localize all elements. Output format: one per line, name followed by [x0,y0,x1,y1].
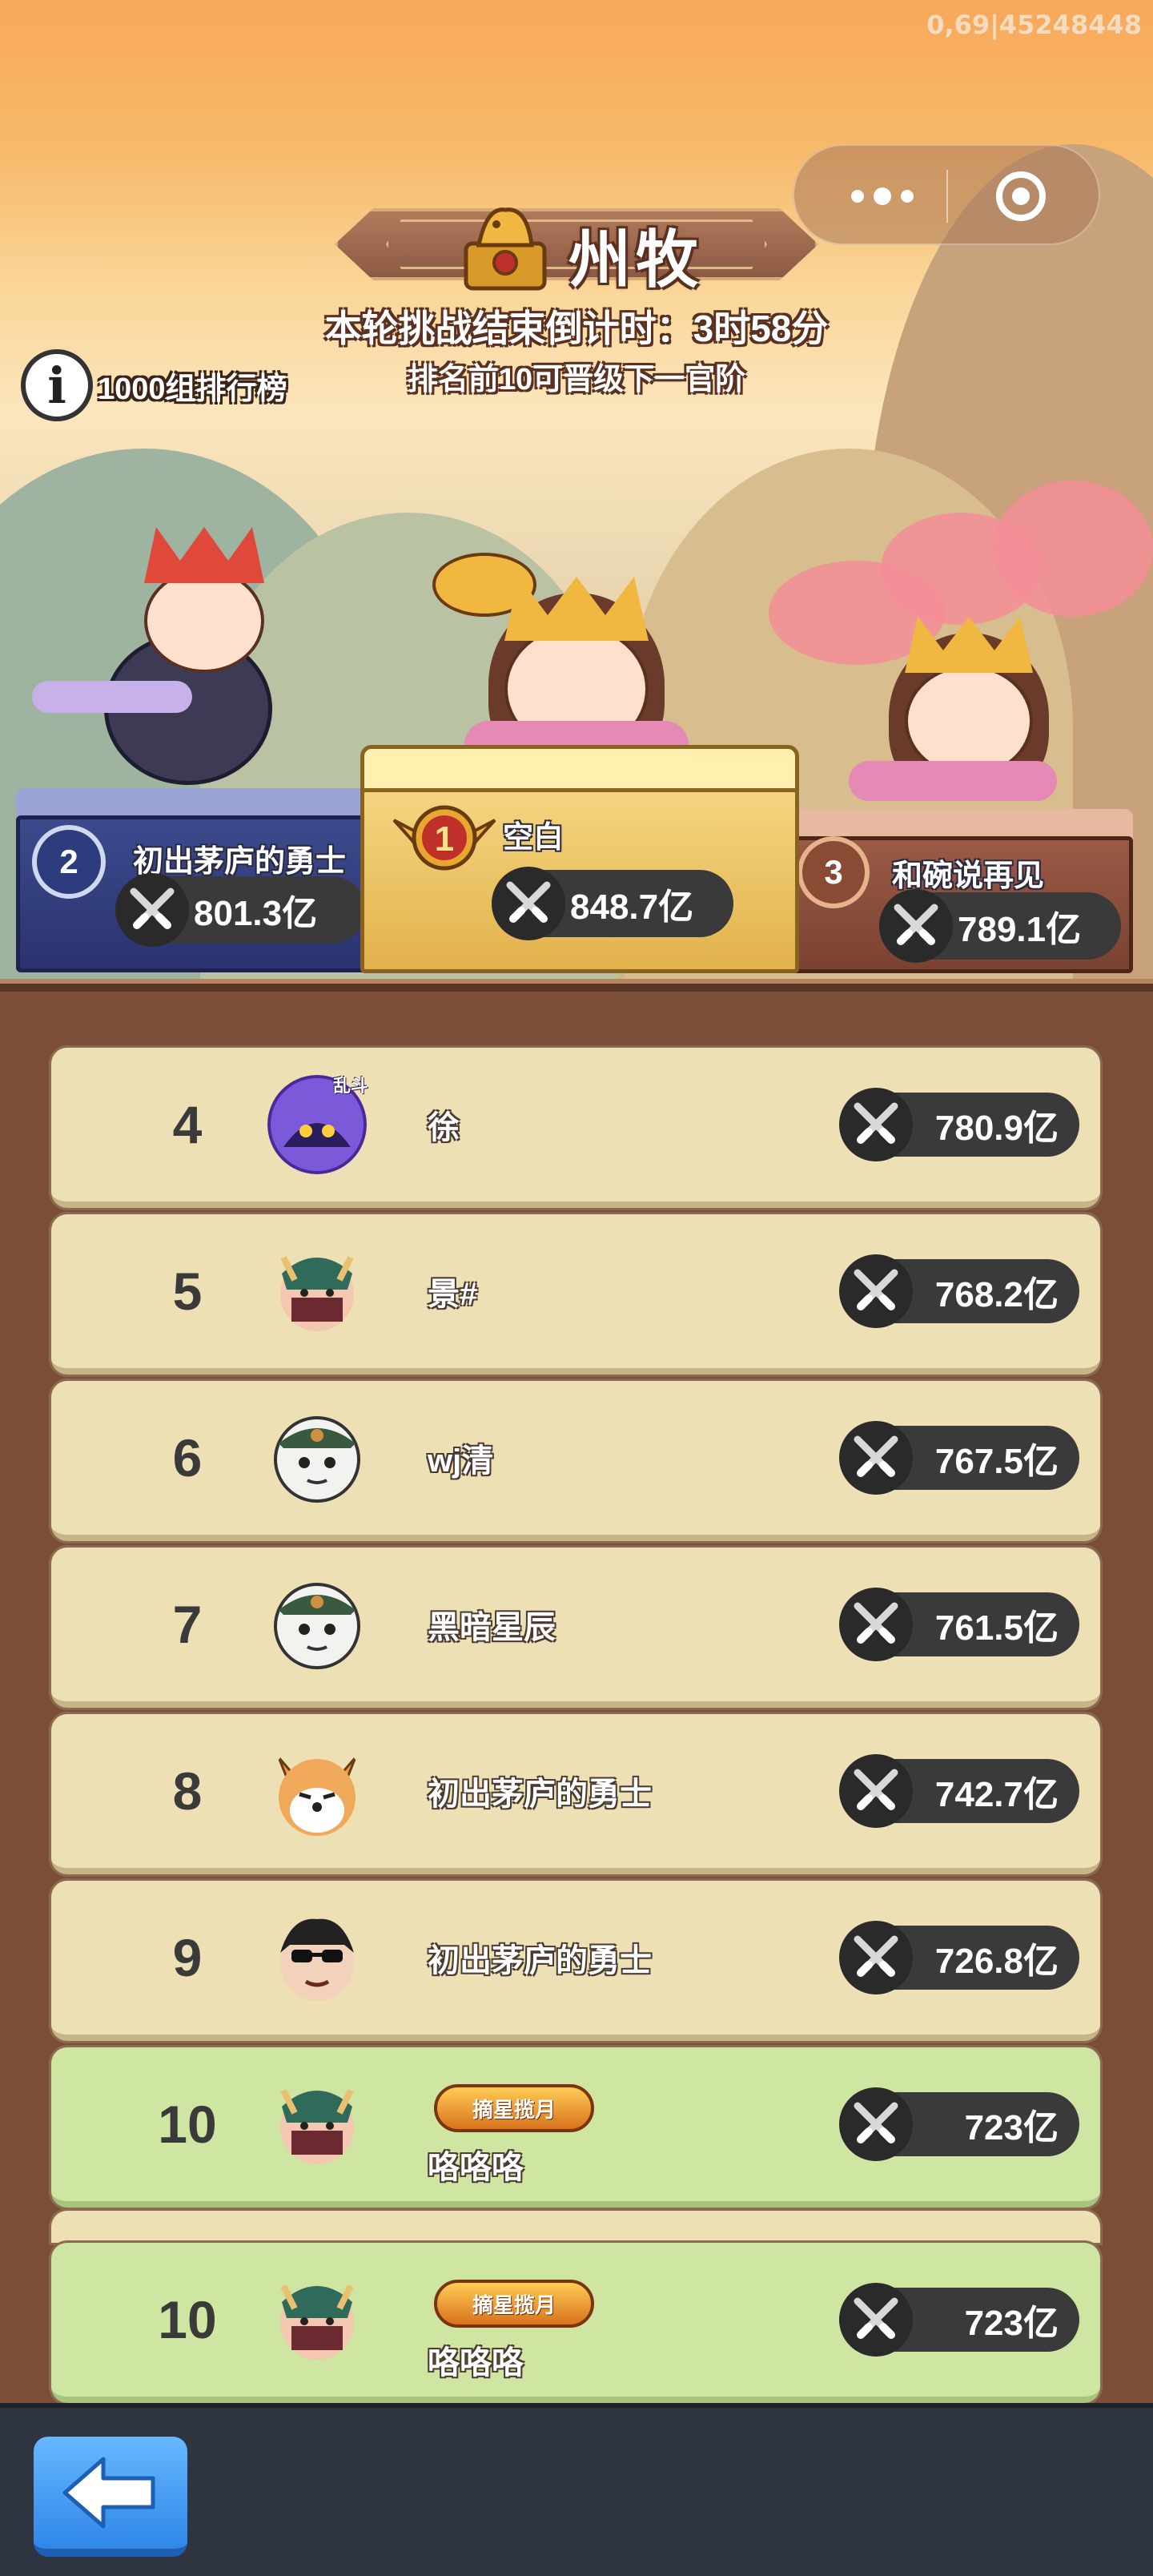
bottom-bar [0,2403,1153,2576]
rank-number: 6 [172,1428,203,1487]
second-place-power: 801.3亿 [115,873,365,947]
rank-badge-first: 1 [392,796,496,876]
rank-badge-second: 2 [32,825,106,899]
self-rank-number: 10 [158,2290,217,2349]
leaderboard-row[interactable]: 6 wj清 767.5亿 [51,1381,1100,1541]
arena-background: 0,69|45248448 州牧 本轮挑战结束倒计时：3时58分 排名前10可晋… [0,0,1153,985]
avatar-tag: 乱斗 [333,1076,369,1096]
third-place-name: 和碗说再见 [892,859,1045,893]
rank-number: 9 [172,1928,203,1987]
white-hooded-avatar[interactable] [267,1408,367,1507]
ranking-group-label: 1000组排行榜 [98,372,287,406]
horned-warrior-avatar[interactable] [267,2270,367,2369]
second-place-name: 初出茅庐的勇士 [133,845,347,879]
power-pill: 726.8亿 [839,1921,1079,1994]
rank-number: 7 [172,1595,203,1654]
self-power-value: 723亿 [964,2304,1059,2343]
power-pill: 723亿 [839,2087,1079,2161]
back-arrow-icon [62,2457,155,2529]
more-dots-icon[interactable] [826,170,938,223]
self-rank-row[interactable]: 10 摘星揽月 咯咯咯 723亿 [51,2243,1100,2403]
power-pill: 768.2亿 [839,1254,1079,1328]
imperial-seal-icon [464,207,547,291]
third-place-hero[interactable] [833,601,1105,833]
title-badge: 摘星揽月 [434,2084,594,2132]
player-name: 咯咯咯 [428,2150,524,2185]
title-plaque: 州牧 [335,191,818,298]
player-name: 黑暗星辰 [428,1610,556,1645]
second-place-hero[interactable] [32,513,336,785]
power-pill: 761.5亿 [839,1588,1079,1661]
rank-number: 8 [172,1761,203,1821]
white-hooded-avatar[interactable] [267,1575,367,1674]
power-value: 723亿 [964,2108,1059,2147]
rank-badge-third: 3 [797,836,870,908]
horned-warrior-avatar[interactable] [267,2075,367,2174]
player-name: wj清 [428,1443,494,1479]
sword-power-icon [839,2283,913,2357]
power-pill: 767.5亿 [839,1421,1079,1495]
leaderboard-row[interactable]: 7 黑暗星辰 761.5亿 [51,1548,1100,1708]
first-place-name: 空白 [503,821,564,855]
podium-second[interactable]: 2 初出茅庐的勇士 801.3亿 [16,788,376,972]
page-title: 州牧 [568,224,704,295]
self-title-badge: 摘星揽月 [434,2280,594,2328]
sword-power-icon [839,1421,913,1495]
self-player-name: 咯咯咯 [428,2345,524,2381]
cloud [993,481,1153,617]
sword-power-icon [115,873,189,947]
player-name: 徐 [428,1110,460,1145]
mini-program-close-icon[interactable] [969,162,1073,231]
back-button[interactable] [34,2437,187,2557]
rank-number: 5 [172,1262,203,1321]
third-place-power: 789.1亿 [879,889,1121,963]
leaderboard-row[interactable]: 4 乱斗 徐 780.9亿 [51,1048,1100,1208]
sword-power-icon [492,867,565,940]
corgi-avatar[interactable] [267,1741,367,1841]
leaderboard-row-highlighted[interactable]: 10 摘星揽月 咯咯咯 723亿 [51,2047,1100,2208]
sword-power-icon [839,1254,913,1328]
rank-number: 4 [172,1095,203,1154]
leaderboard-row[interactable]: 5 景# 768.2亿 [51,1214,1100,1375]
power-value: 767.5亿 [934,1442,1059,1481]
horned-warrior-avatar[interactable] [267,1242,367,1341]
player-name: 初出茅庐的勇士 [428,1943,652,1978]
info-icon[interactable]: i [21,349,93,421]
ranking-info-button[interactable]: i 1000组排行榜 [21,349,287,421]
power-value: 742.7亿 [934,1775,1059,1814]
third-place-power-value: 789.1亿 [958,910,1082,949]
power-value: 780.9亿 [934,1109,1059,1148]
sword-power-icon [839,1088,913,1161]
sword-power-icon [879,889,953,963]
sword-power-icon [839,2087,913,2161]
power-value: 761.5亿 [934,1608,1059,1648]
power-pill: 780.9亿 [839,1088,1079,1161]
leaderboard-row[interactable]: 9 初出茅庐的勇士 726.8亿 [51,1881,1100,2041]
player-name: 景# [428,1277,478,1312]
self-power-pill: 723亿 [839,2283,1079,2357]
first-place-power-value: 848.7亿 [570,888,694,927]
second-place-power-value: 801.3亿 [194,894,318,933]
power-value: 726.8亿 [934,1942,1059,1981]
player-name: 初出茅庐的勇士 [428,1777,652,1812]
power-pill: 742.7亿 [839,1754,1079,1828]
podium-third[interactable]: 3 和碗说再见 789.1亿 [769,809,1133,973]
rank-number: 10 [158,2095,217,2154]
sword-power-icon [839,1588,913,1661]
podium-first[interactable]: 1 空白 848.7亿 [360,745,799,973]
next-row-edge [51,2211,1100,2243]
rank-badge-first-number: 1 [434,819,455,859]
capsule-divider [946,170,948,223]
first-place-power: 848.7亿 [492,867,733,940]
mini-program-capsule [793,144,1100,245]
build-id-text: 0,69|45248448 [926,10,1142,40]
power-value: 768.2亿 [934,1275,1059,1314]
sunglasses-avatar[interactable] [267,1908,367,2007]
sword-power-icon [839,1754,913,1828]
first-place-hero[interactable] [416,537,721,777]
countdown-text: 本轮挑战结束倒计时：3时58分 [324,308,829,349]
sword-power-icon [839,1921,913,1994]
leaderboard-row[interactable]: 8 初出茅庐的勇士 742.7亿 [51,1714,1100,1874]
